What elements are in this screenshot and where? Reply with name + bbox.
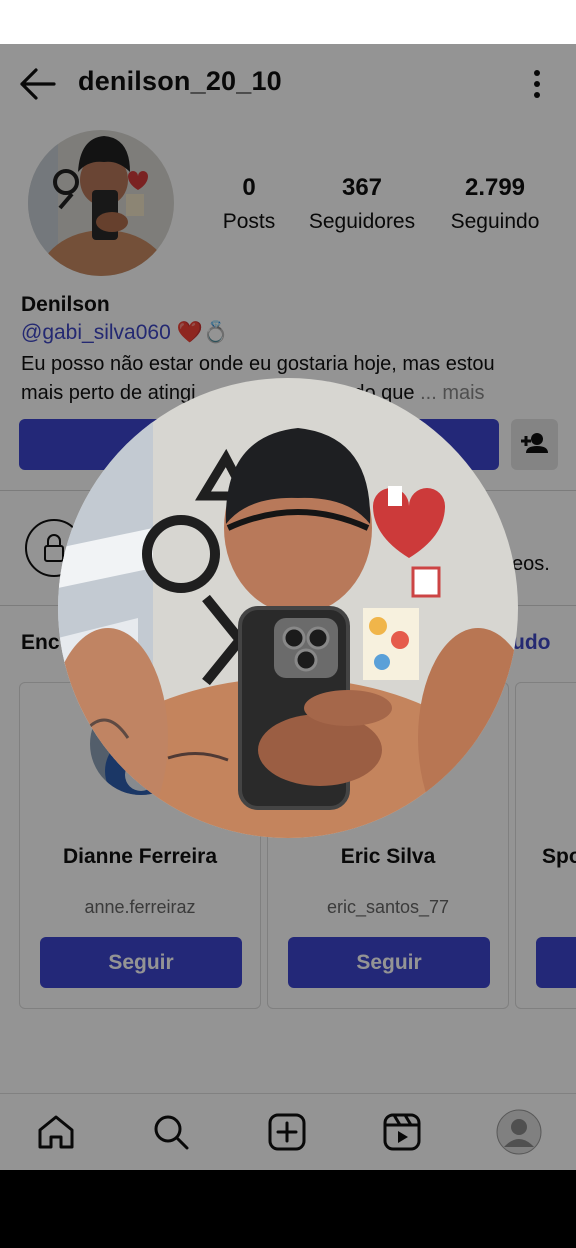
system-navigation-bar [0,1170,576,1248]
profile-screen: denilson_20_10 0 Posts 367 Seguidores 2.… [0,44,576,1170]
profile-photo-preview[interactable] [58,378,518,838]
profile-photo-large-image [58,378,518,838]
status-bar [0,0,576,44]
